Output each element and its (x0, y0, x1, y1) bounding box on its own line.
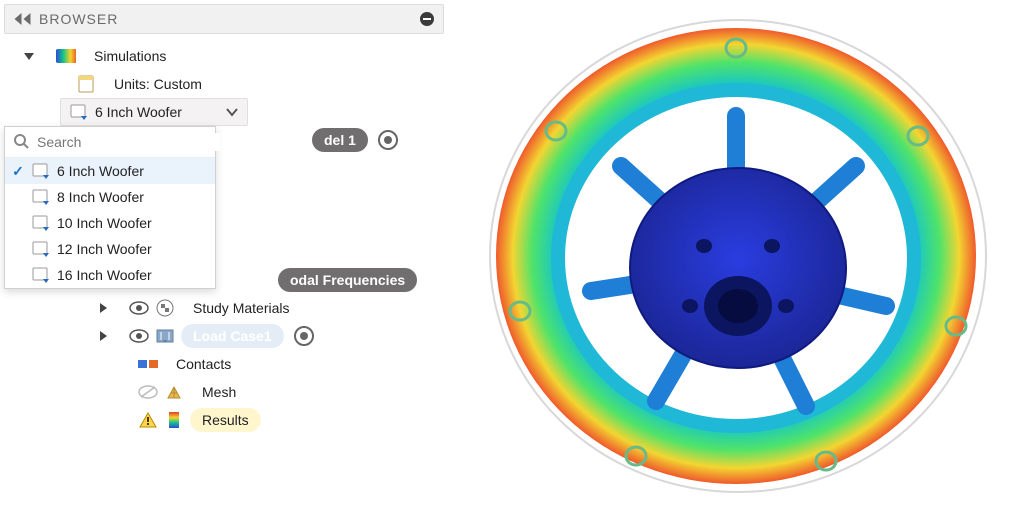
config-dropdown-trigger[interactable]: 6 Inch Woofer (60, 98, 248, 126)
config-icon (31, 215, 51, 231)
chevron-down-icon (225, 104, 239, 120)
search-icon (13, 133, 29, 152)
config-option-label: 8 Inch Woofer (57, 189, 144, 205)
config-selected-label: 6 Inch Woofer (95, 104, 182, 120)
config-option-label: 16 Inch Woofer (57, 267, 152, 283)
tree-item-load-case[interactable]: Load Case1 (4, 322, 444, 350)
tree-item-study-materials[interactable]: Study Materials (4, 294, 444, 322)
tree-label: Mesh (190, 380, 248, 404)
minimize-icon[interactable] (419, 11, 435, 27)
config-icon (69, 104, 89, 120)
config-selector-row: 6 Inch Woofer ✓6 Inch Woofer8 Inch Woofe… (4, 98, 444, 126)
study-radio[interactable] (378, 130, 398, 150)
load-icon (155, 328, 175, 344)
dropdown-search (5, 127, 215, 158)
tree-root-simulations[interactable]: Simulations (4, 42, 444, 70)
tree-label: Contacts (164, 352, 243, 376)
expand-icon[interactable] (100, 331, 107, 341)
check-icon: ✓ (11, 163, 25, 180)
config-option[interactable]: ✓ 6 Inch Woofer (5, 158, 215, 184)
browser-header: BROWSER (4, 4, 444, 34)
simulation-result-render (448, 0, 1024, 512)
collapse-icon[interactable] (13, 13, 31, 25)
tree-label: Units: Custom (102, 72, 214, 96)
browser-panel: BROWSER Simulations (0, 0, 448, 512)
document-icon (76, 76, 96, 92)
config-option[interactable]: 12 Inch Woofer (5, 236, 215, 262)
config-option[interactable]: 10 Inch Woofer (5, 210, 215, 236)
tree-label: Simulations (82, 44, 178, 68)
config-option-label: 12 Inch Woofer (57, 241, 152, 257)
dropdown-search-input[interactable] (35, 133, 220, 151)
viewport-3d[interactable] (448, 0, 1024, 512)
config-option[interactable]: 16 Inch Woofer (5, 262, 215, 288)
expand-icon[interactable] (100, 303, 107, 313)
simulation-icon (56, 48, 76, 64)
tree-item-results[interactable]: Results (4, 406, 444, 434)
config-option-label: 10 Inch Woofer (57, 215, 152, 231)
modal-frequencies-chip: odal Frequencies (278, 268, 417, 292)
tree-label: Results (190, 408, 261, 432)
config-icon (31, 163, 51, 179)
load-case-chip[interactable]: Load Case1 (181, 324, 284, 348)
contacts-icon (138, 356, 158, 372)
expand-icon[interactable] (24, 53, 34, 60)
study-chip[interactable]: del 1 (312, 128, 368, 152)
config-icon (31, 267, 51, 283)
tree-item-units[interactable]: Units: Custom (4, 70, 444, 98)
visibility-on-icon[interactable] (129, 301, 149, 315)
warning-icon (138, 412, 158, 428)
simulation-tree: Simulations Units: Custom 6 Inch Woofer (4, 34, 444, 434)
results-icon (164, 412, 184, 428)
tree-item-contacts[interactable]: Contacts (4, 350, 444, 378)
visibility-off-icon[interactable] (138, 385, 158, 399)
tree-item-mesh[interactable]: Mesh (4, 378, 444, 406)
tree-label: Study Materials (181, 296, 301, 320)
visibility-on-icon[interactable] (129, 329, 149, 343)
config-dropdown: ✓ 6 Inch Woofer 8 Inch Woofer 10 Inch Woofe… (4, 126, 216, 289)
mesh-icon (164, 384, 184, 400)
config-icon (31, 241, 51, 257)
config-option[interactable]: 8 Inch Woofer (5, 184, 215, 210)
checker-icon (155, 300, 175, 316)
load-case-radio[interactable] (294, 326, 314, 346)
config-icon (31, 189, 51, 205)
config-option-label: 6 Inch Woofer (57, 163, 144, 179)
browser-title: BROWSER (39, 11, 118, 27)
